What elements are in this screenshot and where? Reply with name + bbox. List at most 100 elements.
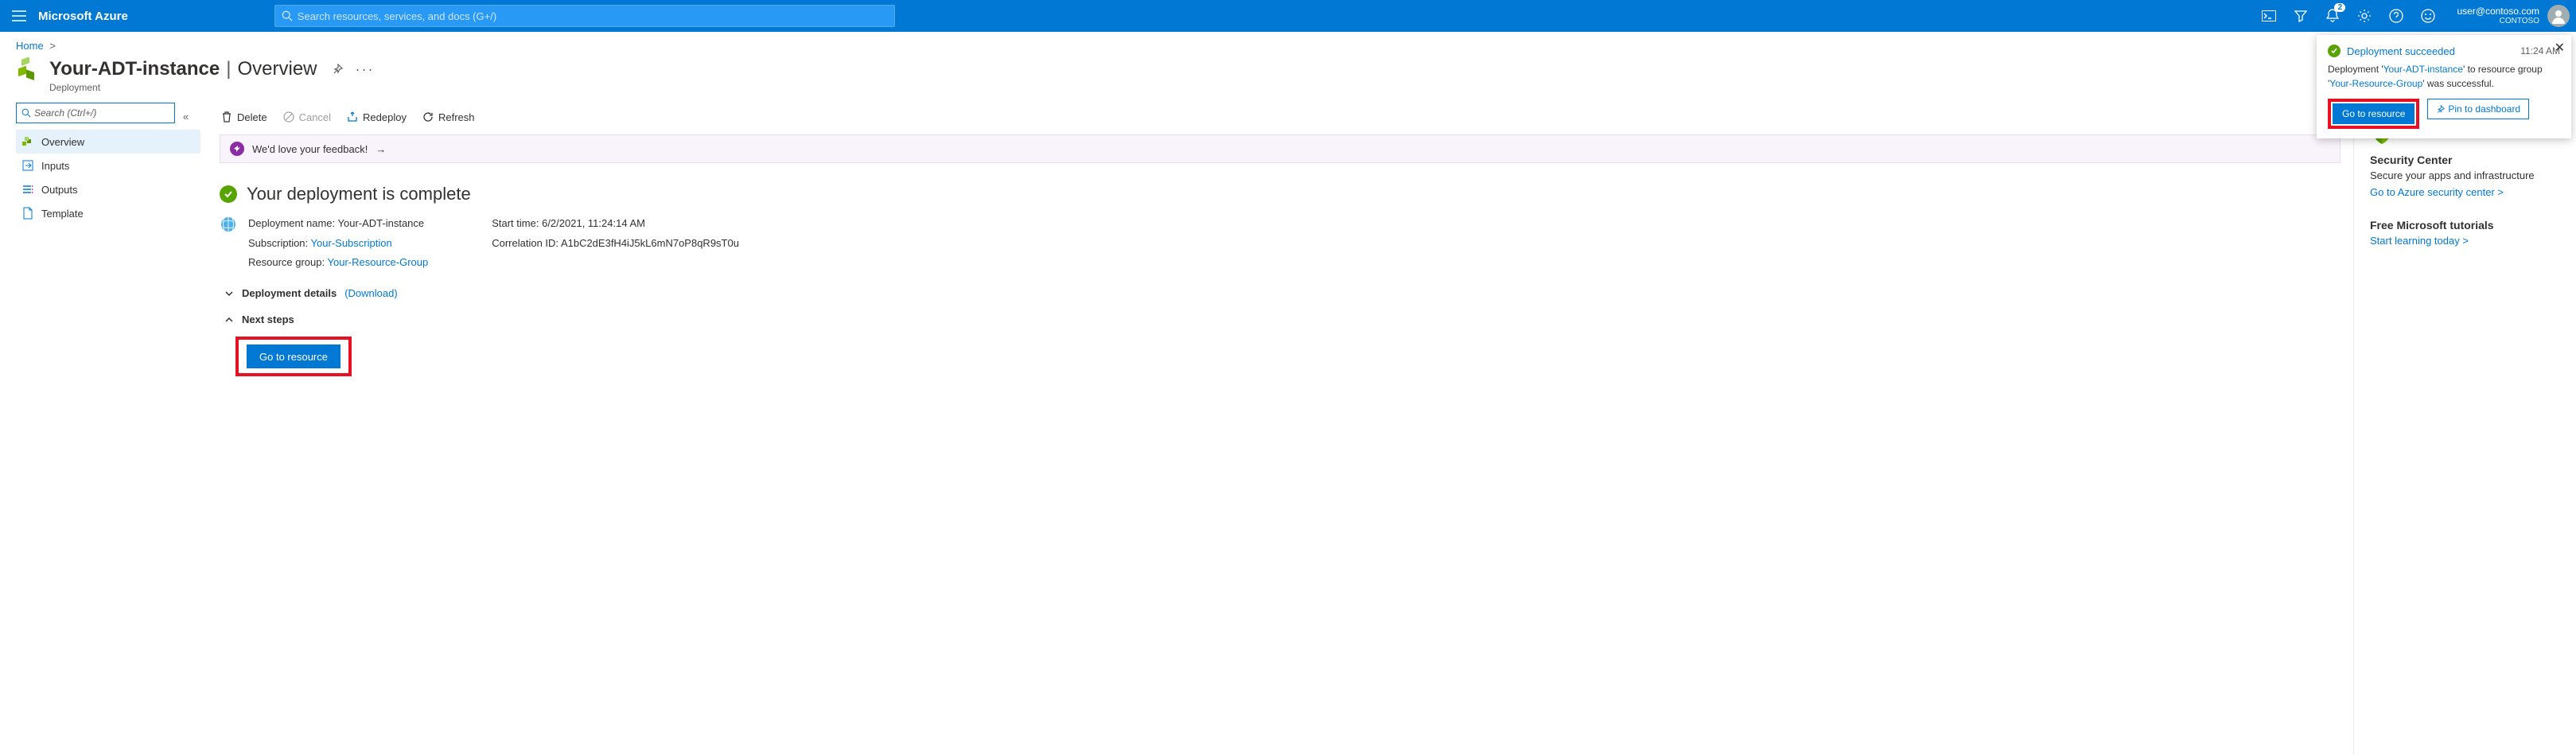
tutorials-link[interactable]: Start learning today > bbox=[2370, 235, 2469, 247]
smiley-icon bbox=[2421, 9, 2435, 23]
deployment-icon bbox=[17, 57, 41, 81]
download-link[interactable]: (Download) bbox=[344, 287, 397, 299]
resource-type-icon bbox=[16, 56, 41, 82]
topbar: Microsoft Azure 2 user@contoso.com CONTO… bbox=[0, 0, 2576, 32]
sidebar-collapse-button[interactable]: « bbox=[183, 111, 189, 123]
sidebar-item-label: Template bbox=[41, 208, 84, 220]
cancel-icon bbox=[283, 111, 294, 123]
feedback-text: We'd love your feedback! bbox=[252, 143, 368, 155]
pin-button[interactable] bbox=[332, 64, 343, 75]
toolbar: Delete Cancel Redeploy Refresh bbox=[221, 103, 2341, 131]
sidebar-search-input[interactable] bbox=[34, 107, 169, 119]
right-column: Security Center Secure your apps and inf… bbox=[2353, 103, 2576, 755]
toast-rg-link[interactable]: Your-Resource-Group bbox=[2329, 78, 2422, 89]
gear-icon bbox=[2357, 9, 2372, 23]
success-icon bbox=[2328, 45, 2341, 57]
deployment-details-expander: Deployment details (Download) bbox=[224, 287, 2341, 299]
resource-type-label: Deployment bbox=[0, 82, 2576, 103]
feedback-bar[interactable]: We'd love your feedback! → bbox=[220, 134, 2341, 163]
content: Delete Cancel Redeploy Refresh bbox=[207, 103, 2353, 755]
chevron-up-icon bbox=[224, 315, 234, 325]
toast-close-button[interactable]: ✕ bbox=[2555, 40, 2565, 56]
settings-button[interactable] bbox=[2348, 0, 2380, 32]
filter-icon bbox=[2294, 10, 2307, 22]
go-to-resource-button[interactable]: Go to resource bbox=[247, 344, 340, 368]
search-icon bbox=[282, 10, 293, 21]
sidebar-item-overview[interactable]: Overview bbox=[16, 130, 200, 154]
start-time-value: 6/2/2021, 11:24:14 AM bbox=[542, 217, 645, 229]
person-icon bbox=[2551, 8, 2566, 24]
brand[interactable]: Microsoft Azure bbox=[38, 10, 147, 23]
template-icon bbox=[21, 206, 35, 220]
pin-icon bbox=[332, 64, 343, 75]
account-email: user@contoso.com bbox=[2457, 6, 2539, 17]
cloud-shell-button[interactable] bbox=[2253, 0, 2285, 32]
status-title: Your deployment is complete bbox=[247, 184, 471, 204]
tutorials-title: Free Microsoft tutorials bbox=[2370, 219, 2560, 232]
page-title-row: Your-ADT-instance | Overview ··· bbox=[0, 56, 2576, 85]
breadcrumb-home[interactable]: Home bbox=[16, 40, 44, 52]
feedback-button[interactable] bbox=[2412, 0, 2444, 32]
cloud-shell-icon bbox=[2262, 10, 2276, 21]
globe-icon bbox=[220, 216, 237, 233]
resource-group-link[interactable]: Your-Resource-Group bbox=[328, 256, 429, 268]
inputs-icon bbox=[21, 158, 35, 173]
deployment-name-value: Your-ADT-instance bbox=[338, 217, 425, 229]
highlight-box: Go to resource bbox=[235, 337, 352, 376]
global-search[interactable] bbox=[274, 5, 895, 27]
delete-button[interactable]: Delete bbox=[221, 111, 267, 123]
next-steps-toggle[interactable]: Next steps bbox=[224, 313, 2341, 325]
deployment-details: Deployment name: Your-ADT-instance Subsc… bbox=[248, 214, 2341, 273]
sidebar-item-label: Inputs bbox=[41, 160, 69, 172]
hamburger-menu[interactable] bbox=[0, 0, 38, 32]
feedback-icon bbox=[230, 142, 244, 156]
chevron-down-icon bbox=[224, 289, 234, 298]
notifications-button[interactable]: 2 bbox=[2317, 0, 2348, 32]
sidebar-item-inputs[interactable]: Inputs bbox=[16, 154, 200, 177]
highlight-box: Go to resource bbox=[2328, 99, 2419, 129]
hamburger-icon bbox=[12, 10, 26, 21]
help-icon bbox=[2389, 9, 2403, 23]
security-center-link[interactable]: Go to Azure security center > bbox=[2370, 186, 2504, 198]
security-center-title: Security Center bbox=[2370, 154, 2560, 166]
outputs-icon bbox=[21, 182, 35, 197]
sidebar-item-label: Overview bbox=[41, 136, 84, 148]
next-steps-expander: Next steps Go to resource bbox=[224, 313, 2341, 376]
title-separator: | bbox=[220, 58, 237, 80]
toast-pin-button[interactable]: Pin to dashboard bbox=[2427, 99, 2529, 119]
breadcrumb: Home > bbox=[0, 32, 2576, 56]
cancel-button: Cancel bbox=[283, 111, 331, 123]
page-section: Overview bbox=[237, 58, 317, 80]
redeploy-button[interactable]: Redeploy bbox=[347, 111, 407, 123]
toast-title: Deployment succeeded bbox=[2347, 45, 2514, 57]
sidebar-search[interactable] bbox=[16, 103, 175, 123]
success-icon bbox=[220, 185, 237, 203]
sidebar-item-template[interactable]: Template bbox=[16, 201, 200, 225]
notification-toast: ✕ Deployment succeeded 11:24 AM Deployme… bbox=[2317, 35, 2571, 138]
help-button[interactable] bbox=[2380, 0, 2412, 32]
overview-icon bbox=[21, 134, 35, 149]
account-tenant: CONTOSO bbox=[2457, 17, 2539, 26]
security-center-text: Secure your apps and infrastructure bbox=[2370, 169, 2560, 181]
sidebar: « Overview Inputs Outputs Template bbox=[0, 103, 207, 755]
avatar[interactable] bbox=[2547, 5, 2570, 27]
more-button[interactable]: ··· bbox=[356, 61, 375, 78]
pin-icon bbox=[2436, 105, 2445, 114]
refresh-button[interactable]: Refresh bbox=[422, 111, 475, 123]
arrow-right-icon: → bbox=[376, 143, 386, 155]
sidebar-item-label: Outputs bbox=[41, 184, 78, 196]
directory-filter-button[interactable] bbox=[2285, 0, 2317, 32]
global-search-input[interactable] bbox=[298, 10, 888, 22]
breadcrumb-separator: > bbox=[46, 40, 59, 52]
sidebar-item-outputs[interactable]: Outputs bbox=[16, 177, 200, 201]
status-row: Your deployment is complete bbox=[220, 184, 2341, 204]
redeploy-icon bbox=[347, 111, 358, 123]
subscription-link[interactable]: Your-Subscription bbox=[311, 237, 392, 249]
refresh-icon bbox=[422, 111, 434, 123]
toast-deployment-link[interactable]: Your-ADT-instance bbox=[2383, 64, 2463, 75]
toast-go-to-resource-button[interactable]: Go to resource bbox=[2333, 103, 2415, 124]
deployment-details-toggle[interactable]: Deployment details (Download) bbox=[224, 287, 2341, 299]
trash-icon bbox=[221, 111, 232, 123]
toast-body: Deployment 'Your-ADT-instance' to resour… bbox=[2328, 62, 2560, 91]
account-block[interactable]: user@contoso.com CONTOSO bbox=[2444, 6, 2547, 26]
